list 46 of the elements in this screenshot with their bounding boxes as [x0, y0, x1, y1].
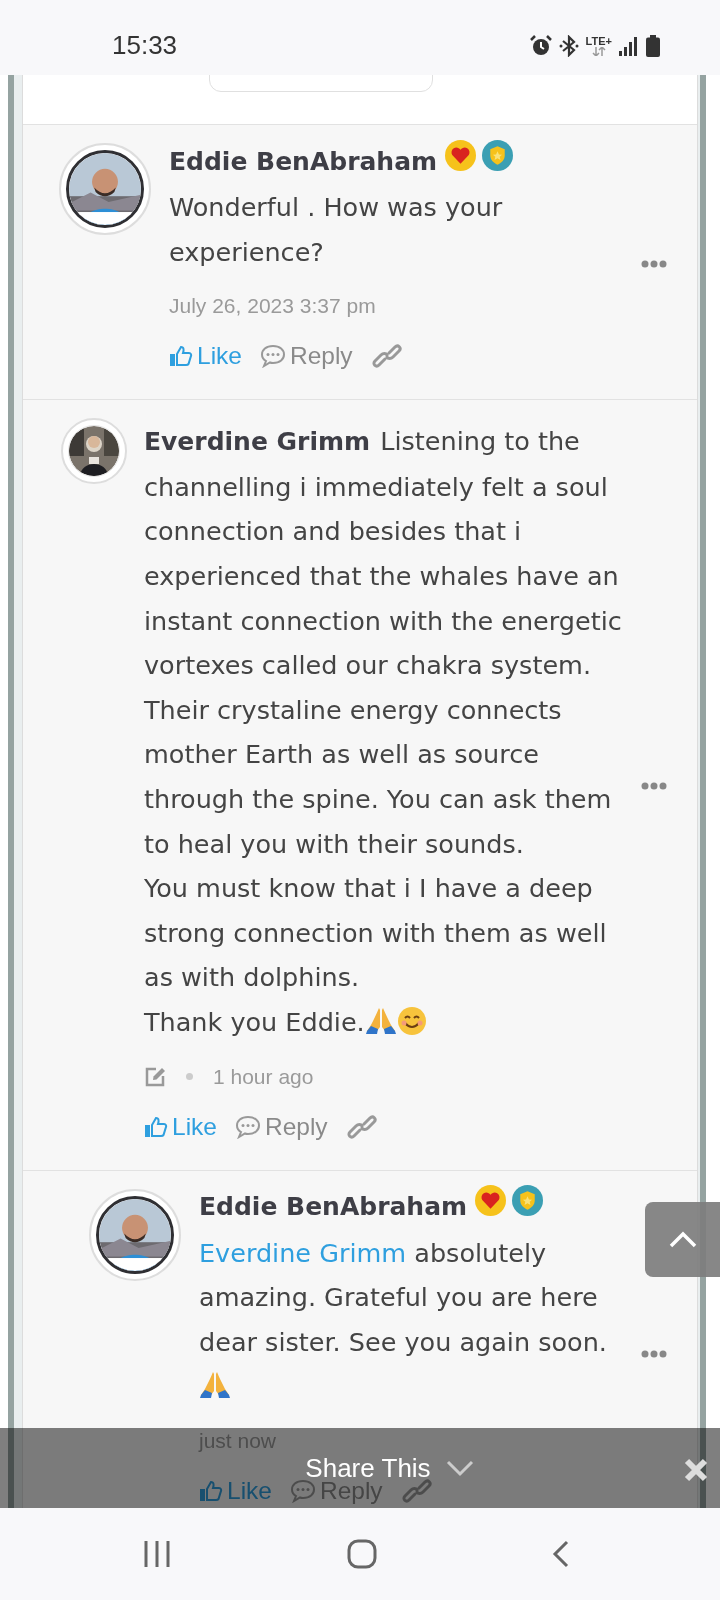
- comment-text: Everdine Grimm Listening to the channelling i immediately felt a soul connection and besides that i experienced that the whales have an instant connection with the energetic vortexes called our chakra system. Their crystaline energy connects mother Earth as well as source through the spine. You can ask them to heal you with their sounds. You must know that i I have a deep strong connection with them as well as with dolphins. Thank you Eddie.: [144, 426, 622, 1037]
- chevron-down-icon: [444, 1459, 475, 1477]
- back-icon[interactable]: [552, 1540, 570, 1568]
- reply-button[interactable]: Reply: [259, 342, 353, 371]
- data-arrows-icon: [591, 46, 606, 56]
- like-button[interactable]: Like: [144, 1112, 217, 1141]
- bluetooth-icon: [558, 34, 579, 57]
- speech-bubble-icon: [259, 344, 286, 369]
- more-options-icon[interactable]: [641, 782, 667, 791]
- home-icon[interactable]: [346, 1539, 377, 1569]
- link-icon[interactable]: [345, 1113, 378, 1140]
- reply-button[interactable]: Reply: [234, 1112, 328, 1141]
- shield-badge-icon: [512, 1185, 544, 1216]
- like-button[interactable]: Like: [169, 342, 242, 371]
- network-type: LTE+: [585, 35, 612, 47]
- author-name[interactable]: Eddie BenAbraham: [169, 146, 438, 176]
- like-button[interactable]: Like: [199, 1476, 272, 1505]
- comment-timestamp: 1 hour ago: [213, 1064, 314, 1089]
- clock-time: 15:33: [112, 30, 179, 61]
- chevron-up-icon: [667, 1230, 698, 1249]
- heart-badge-icon: [445, 139, 477, 171]
- edit-icon[interactable]: [144, 1065, 166, 1088]
- close-icon[interactable]: [684, 1458, 708, 1482]
- heart-badge-icon: [475, 1185, 507, 1216]
- smiling-face-icon: [396, 1005, 427, 1036]
- more-options-icon[interactable]: [641, 259, 667, 268]
- comment-text: Everdine Grimm absolutely amazing. Grateful you are here dear sister. See you again soon.: [199, 1237, 607, 1402]
- speech-bubble-icon: [289, 1478, 316, 1503]
- comment-timestamp: July 26, 2023 3:37 pm: [169, 294, 376, 319]
- more-options-icon[interactable]: [641, 1349, 667, 1358]
- scroll-to-top-button[interactable]: [645, 1202, 720, 1277]
- thumbs-up-icon: [199, 1478, 223, 1503]
- comment-text: Wonderful . How was your experience?: [169, 192, 503, 267]
- mention-link[interactable]: Everdine Grimm: [199, 1237, 407, 1268]
- shield-badge-icon: [482, 139, 514, 171]
- alarm-clock-icon: [529, 34, 552, 57]
- link-icon[interactable]: [370, 343, 403, 370]
- signal-icon: [619, 35, 639, 56]
- recent-apps-icon[interactable]: [143, 1540, 171, 1568]
- speech-bubble-icon: [234, 1114, 261, 1139]
- separator-dot: [186, 1073, 193, 1080]
- link-icon[interactable]: [400, 1477, 433, 1504]
- thumbs-up-icon: [144, 1114, 168, 1139]
- battery-icon: [646, 34, 660, 57]
- thumbs-up-icon: [169, 344, 193, 369]
- author-name[interactable]: Eddie BenAbraham: [199, 1192, 468, 1221]
